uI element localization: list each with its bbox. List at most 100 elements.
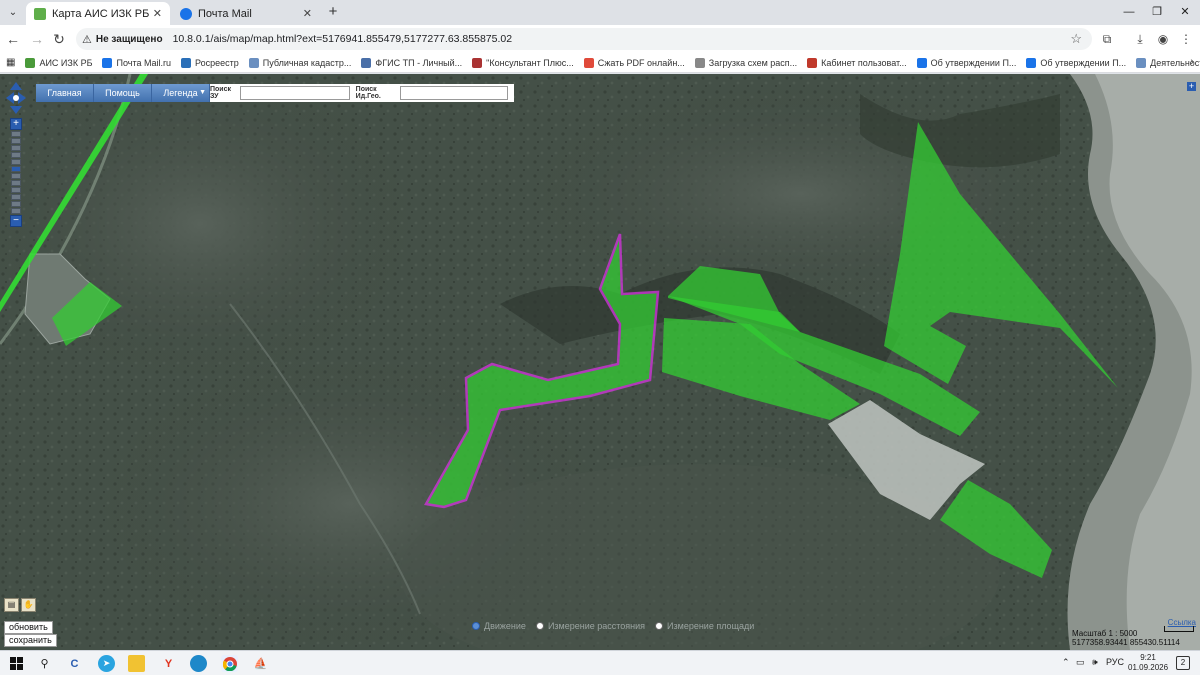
warning-icon[interactable]: ⚠ [82, 33, 92, 46]
taskbar: ⚲ C ➤ Y ⛵ ⌃ ▭ 🕪 РУС 9:21 01.09.2026 2 [0, 650, 1200, 675]
mode-label: Измерение площади [667, 621, 755, 631]
tab-ais-map[interactable]: Карта АИС ИЗК РБ ✕ [26, 2, 170, 25]
zoom-level[interactable] [11, 152, 21, 158]
chrome-icon[interactable] [221, 655, 238, 672]
bookmark-item[interactable]: Почта Mail.ru [102, 57, 171, 68]
zoom-level[interactable] [11, 145, 21, 151]
close-tab-icon[interactable]: ✕ [153, 7, 162, 20]
mode-measure-area[interactable]: Измерение площади [655, 621, 754, 631]
tab-search-chevron-icon[interactable]: ⌄ [4, 4, 22, 20]
bookmark-item[interactable]: ФГИС ТП - Личный... [361, 57, 462, 68]
download-icon[interactable]: ⤓ [1132, 31, 1148, 47]
help-button[interactable]: Помощь [94, 84, 152, 102]
save-button[interactable]: сохранить [4, 634, 57, 647]
bookmark-item[interactable]: Об утверждении П... [916, 57, 1017, 68]
satellite-imagery[interactable] [0, 74, 1200, 650]
file-explorer-icon[interactable] [128, 655, 145, 672]
volume-icon[interactable]: 🕪 [1092, 657, 1098, 668]
radio-icon[interactable] [655, 622, 664, 630]
radio-icon[interactable] [535, 622, 544, 630]
zoom-level[interactable] [11, 208, 21, 214]
map-viewport[interactable]: Главная Помощь Легенда ▼ Поиск ЗУ Поиск … [0, 74, 1200, 650]
search-geo-label: Поиск Ид.Гео. [355, 86, 381, 100]
bookmark-label: Об утверждении П... [1040, 57, 1127, 68]
minimize-button[interactable]: — [1114, 3, 1144, 21]
zoom-level[interactable] [11, 173, 21, 179]
map-nav-bar: Главная Помощь Легенда ▼ [36, 84, 210, 102]
tab-mail[interactable]: Почта Mail ✕ [172, 2, 320, 25]
bookmark-label: Об утверждении П... [930, 57, 1017, 68]
bookmark-item[interactable]: Росреестр [180, 57, 239, 68]
url-text[interactable]: 10.8.0.1/ais/map/map.html?ext=5176941.85… [173, 33, 512, 45]
zoom-level[interactable] [11, 138, 21, 144]
notifications-icon[interactable]: 2 [1176, 656, 1190, 670]
bookmark-item[interactable]: Сжать PDF онлайн... [583, 57, 685, 68]
network-icon[interactable]: ▭ [1076, 657, 1085, 668]
bookmark-label: Кабинет пользоват... [821, 57, 907, 68]
close-window-button[interactable]: ✕ [1170, 3, 1200, 21]
zoom-level[interactable] [11, 194, 21, 200]
bookmark-item[interactable]: Кабинет пользоват... [807, 57, 907, 68]
address-bar[interactable]: ⚠ Не защищено 10.8.0.1/ais/map/map.html?… [76, 28, 1092, 50]
bookmark-item[interactable]: Об утверждении П... [1026, 57, 1127, 68]
restore-button[interactable]: ❐ [1142, 3, 1172, 21]
layers-tool-icon[interactable]: ▤ [4, 598, 19, 612]
hand-tool-icon[interactable]: ✋ [21, 598, 36, 612]
zoom-level[interactable] [11, 159, 21, 165]
menu-dots-icon[interactable]: ⋮ [1178, 31, 1194, 47]
zoom-level[interactable] [11, 187, 21, 193]
legend-button[interactable]: Легенда ▼ [152, 84, 210, 102]
windows-start-icon[interactable] [8, 655, 25, 672]
yandex-browser-icon[interactable]: Y [160, 655, 177, 672]
bookmark-favicon-icon [248, 57, 259, 68]
close-tab-icon[interactable]: ✕ [303, 7, 312, 20]
bookmark-item[interactable]: "Консультант Плюс... [472, 57, 574, 68]
bookmark-item[interactable]: Загрузка схем расп... [694, 57, 797, 68]
bookmark-star-icon[interactable]: ☆ [1070, 31, 1082, 47]
search-icon[interactable]: ⚲ [36, 655, 53, 672]
bookmark-item[interactable]: Публичная кадастр... [248, 57, 351, 68]
bookmark-item[interactable]: АИС ИЗК РБ [25, 57, 92, 68]
zoom-level[interactable] [11, 131, 21, 137]
scale-label: Масштаб 1 : 5000 [1072, 629, 1138, 638]
zoom-out-icon[interactable]: − [10, 215, 22, 227]
tray-chevron-icon[interactable]: ⌃ [1062, 657, 1070, 668]
language-indicator[interactable]: РУС [1106, 657, 1124, 667]
edge-icon[interactable] [190, 655, 207, 672]
bookmark-favicon-icon [25, 57, 36, 68]
home-button[interactable]: Главная [36, 84, 94, 102]
clock[interactable]: 9:21 01.09.2026 [1128, 653, 1168, 673]
pan-arrows-icon[interactable] [6, 82, 26, 114]
profile-icon[interactable]: ◉ [1155, 31, 1171, 47]
extensions-icon[interactable]: ⧉ [1099, 31, 1115, 47]
bookmark-favicon-icon [807, 57, 818, 68]
mode-measure-distance[interactable]: Измерение расстояния [535, 621, 645, 631]
search-zu-input[interactable] [239, 86, 350, 100]
new-tab-button[interactable]: + [324, 3, 342, 21]
telegram-icon[interactable]: ➤ [98, 655, 115, 672]
bookmark-label: "Консультант Плюс... [486, 57, 574, 68]
refresh-button[interactable]: обновить [4, 621, 53, 634]
zoom-in-icon[interactable]: + [10, 118, 22, 130]
mode-selector: Движение Измерение расстояния Измерение … [472, 621, 754, 631]
layer-switcher-plus-icon[interactable]: + [1187, 82, 1196, 91]
zoom-level[interactable] [11, 201, 21, 207]
map-leaf-icon [34, 7, 46, 20]
back-arrow-icon[interactable]: ← [4, 30, 22, 48]
chevron-right-icon[interactable]: › [1190, 56, 1194, 68]
zoom-level[interactable] [11, 180, 21, 186]
cloud-app-icon[interactable]: ⛵ [252, 655, 269, 672]
radio-selected-icon[interactable] [472, 622, 480, 630]
security-label[interactable]: Не защищено [96, 34, 163, 45]
mode-pan[interactable]: Движение [472, 621, 526, 631]
search-geo-input[interactable] [400, 86, 508, 100]
apps-grid-icon[interactable]: ▦ [6, 57, 15, 68]
zoom-slider[interactable]: + − [10, 118, 22, 248]
forward-arrow-icon[interactable]: → [28, 30, 46, 48]
zoom-level-current[interactable] [11, 166, 21, 172]
tab-title: Почта Mail [198, 7, 252, 20]
search-bar: Поиск ЗУ Поиск Ид.Гео. [210, 84, 514, 102]
reload-icon[interactable]: ↻ [50, 30, 68, 48]
app-c-icon[interactable]: C [66, 655, 83, 672]
bookmark-label: Росреестр [194, 57, 239, 68]
